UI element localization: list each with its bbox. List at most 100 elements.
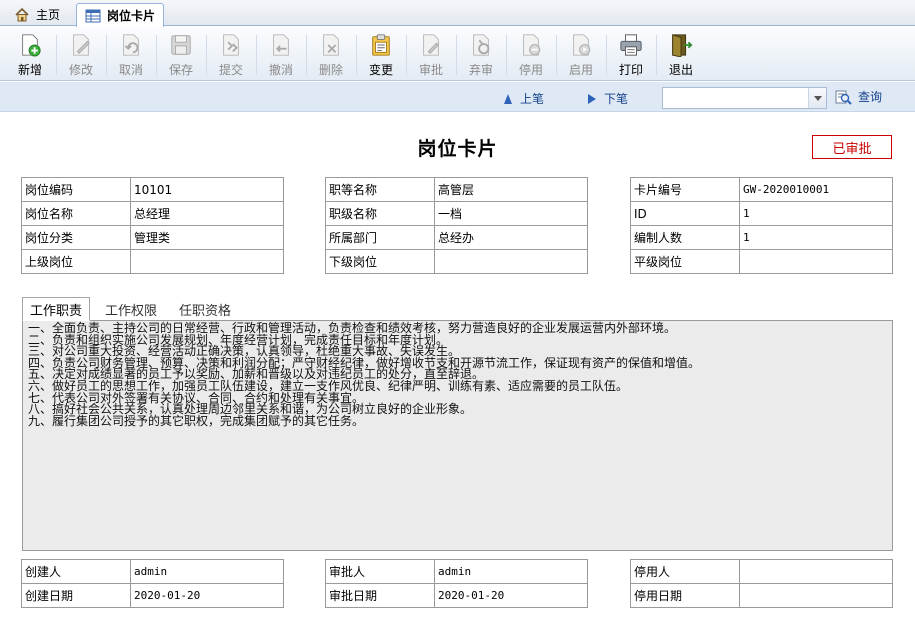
next-record-button[interactable]: 下笔 xyxy=(588,90,628,107)
toolbar-separator xyxy=(656,35,657,75)
field-label: 卡片编号 xyxy=(630,177,740,202)
toolbar: 新增 修改 取消 保存 提交 撤消 删除 变更 审批 弃审 停用 启用 打印 退… xyxy=(0,27,915,81)
toolbar-separator xyxy=(356,35,357,75)
save-button[interactable]: 保存 xyxy=(157,30,205,78)
cancel-button[interactable]: 取消 xyxy=(107,30,155,78)
field-label: 审批日期 xyxy=(325,583,435,608)
field-label: 上级岗位 xyxy=(21,249,131,274)
toolbar-separator xyxy=(506,35,507,75)
withdraw-icon xyxy=(273,34,289,56)
chevron-down-icon[interactable] xyxy=(808,88,826,108)
submit-icon xyxy=(223,34,239,56)
edit-button[interactable]: 修改 xyxy=(57,30,105,78)
tab-job-authority[interactable]: 工作权限 xyxy=(98,297,164,321)
edit-label: 修改 xyxy=(68,63,93,77)
submit-button[interactable]: 提交 xyxy=(207,30,255,78)
unapprove-button[interactable]: 弃审 xyxy=(457,30,505,78)
tab-home[interactable]: 主页 xyxy=(6,3,68,26)
info-grid-middle: 职等名称 高管层 职级名称 一档 所属部门 总经办 下级岗位 xyxy=(325,177,588,274)
tab-qualifications[interactable]: 任职资格 xyxy=(172,297,238,321)
table-row: 创建人 admin xyxy=(21,559,284,584)
submit-label: 提交 xyxy=(218,63,243,77)
new-button[interactable]: 新增 xyxy=(6,30,54,78)
exit-button[interactable]: 退出 xyxy=(657,30,705,78)
cancel-label: 取消 xyxy=(118,63,143,77)
footer-grid-middle: 审批人 admin 审批日期 2020-01-20 xyxy=(325,559,588,608)
delete-label: 删除 xyxy=(318,63,343,77)
toolbar-separator xyxy=(56,35,57,75)
creator-value: admin xyxy=(130,559,284,584)
id-value: 1 xyxy=(739,201,893,226)
table-row: 职等名称 高管层 xyxy=(325,177,588,202)
table-row: 卡片编号 GW-2020010001 xyxy=(630,177,893,202)
table-row: 编制人数 1 xyxy=(630,225,893,250)
toolbar-separator xyxy=(156,35,157,75)
enable-icon xyxy=(573,34,591,56)
prev-record-label: 上笔 xyxy=(520,92,545,106)
grade-name-value: 高管层 xyxy=(434,177,588,202)
department-value: 总经办 xyxy=(434,225,588,250)
new-label: 新增 xyxy=(17,63,42,77)
detail-tabs: 工作职责 工作权限 任职资格 xyxy=(22,297,246,321)
position-code-value: 10101 xyxy=(130,177,284,202)
field-label: 所属部门 xyxy=(325,225,435,250)
create-date-value: 2020-01-20 xyxy=(130,583,284,608)
change-icon xyxy=(372,34,390,56)
unapprove-icon xyxy=(473,34,490,56)
parent-position-value xyxy=(130,249,284,274)
field-label: 岗位分类 xyxy=(21,225,131,250)
info-grid-right: 卡片编号 GW-2020010001 ID 1 编制人数 1 平级岗位 xyxy=(630,177,893,274)
approve-date-value: 2020-01-20 xyxy=(434,583,588,608)
enable-button[interactable]: 启用 xyxy=(557,30,605,78)
delete-icon xyxy=(323,34,339,56)
disable-label: 停用 xyxy=(518,63,543,77)
withdraw-label: 撤消 xyxy=(268,63,293,77)
toolbar-separator xyxy=(106,35,107,75)
field-label: 创建日期 xyxy=(21,583,131,608)
table-row: 创建日期 2020-01-20 xyxy=(21,583,284,608)
query-label: 查询 xyxy=(858,90,883,104)
save-label: 保存 xyxy=(168,63,193,77)
tab-job-duties[interactable]: 工作职责 xyxy=(22,297,91,321)
search-combo[interactable] xyxy=(662,87,827,109)
table-row: 上级岗位 xyxy=(21,249,284,274)
field-label: 停用人 xyxy=(630,559,740,584)
field-label: ID xyxy=(630,201,740,226)
delete-button[interactable]: 删除 xyxy=(307,30,355,78)
approve-icon xyxy=(423,34,440,56)
change-label: 变更 xyxy=(368,63,393,77)
disable-date-value xyxy=(739,583,893,608)
position-name-value: 总经理 xyxy=(130,201,284,226)
change-button[interactable]: 变更 xyxy=(357,30,405,78)
job-duties-textarea[interactable]: 一、全面负责、主持公司的日常经营、行政和管理活动，负责检查和绩效考核，努力营造良… xyxy=(22,320,893,551)
withdraw-button[interactable]: 撤消 xyxy=(257,30,305,78)
status-badge: 已审批 xyxy=(812,135,892,159)
search-icon xyxy=(835,89,852,105)
tab-home-label: 主页 xyxy=(36,8,61,22)
enable-label: 启用 xyxy=(568,63,593,77)
field-label: 岗位名称 xyxy=(21,201,131,226)
exit-label: 退出 xyxy=(668,63,693,77)
toolbar-separator xyxy=(306,35,307,75)
prev-record-button[interactable]: 上笔 xyxy=(504,90,544,107)
new-icon xyxy=(22,34,41,57)
tab-position-card[interactable]: 岗位卡片 xyxy=(76,3,165,27)
position-category-value: 管理类 xyxy=(130,225,284,250)
footer-grid-left: 创建人 admin 创建日期 2020-01-20 xyxy=(21,559,284,608)
save-icon xyxy=(171,35,191,55)
table-row: 岗位名称 总经理 xyxy=(21,201,284,226)
peer-position-value xyxy=(739,249,893,274)
approve-label: 审批 xyxy=(418,63,443,77)
query-button[interactable]: 查询 xyxy=(835,88,882,105)
print-button[interactable]: 打印 xyxy=(607,30,655,78)
next-record-label: 下笔 xyxy=(604,92,629,106)
duty-line: 九、履行集团公司授予的其它职权，完成集团赋予的其它任务。 xyxy=(28,413,365,428)
toolbar-separator xyxy=(406,35,407,75)
card-number-value: GW-2020010001 xyxy=(739,177,893,202)
search-input[interactable] xyxy=(663,88,808,108)
cancel-icon xyxy=(123,34,139,56)
approve-button[interactable]: 审批 xyxy=(407,30,455,78)
table-row: 审批日期 2020-01-20 xyxy=(325,583,588,608)
disable-button[interactable]: 停用 xyxy=(507,30,555,78)
table-row: 下级岗位 xyxy=(325,249,588,274)
